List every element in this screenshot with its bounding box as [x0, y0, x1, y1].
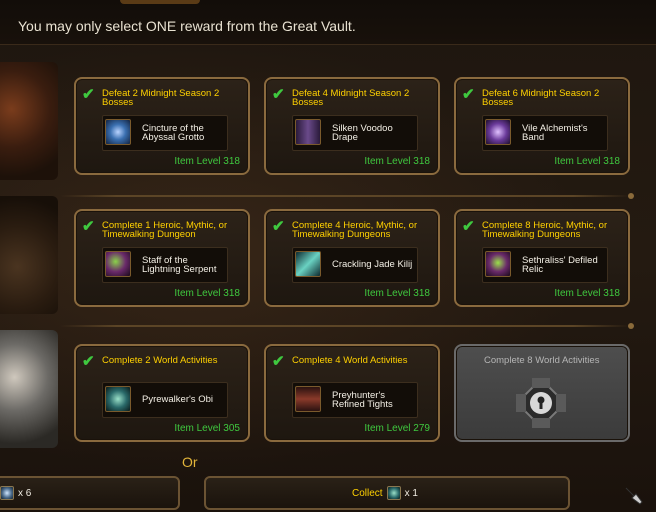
item-level: Item Level 318 — [554, 288, 620, 299]
reward-item[interactable]: Cincture of the Abyssal Grotto — [102, 115, 228, 151]
checkmark-icon: ✔ — [272, 218, 285, 235]
raid-reward-card-1[interactable]: ✔ Defeat 2 Midnight Season 2 Bosses Cinc… — [74, 77, 250, 175]
reward-item-name: Staff of the Lightning Serpent — [142, 254, 217, 275]
item-level: Item Level 318 — [554, 156, 620, 167]
padlock-icon — [516, 378, 566, 428]
ring-icon — [485, 119, 511, 145]
checkmark-icon: ✔ — [272, 86, 285, 103]
reward-condition: Complete 4 World Activities — [292, 355, 408, 366]
reward-item[interactable]: Pyrewalker's Obi — [102, 382, 228, 418]
dungeon-reward-card-2[interactable]: ✔ Complete 4 Heroic, Mythic, or Timewalk… — [264, 209, 440, 307]
reward-condition: Complete 8 World Activities — [484, 355, 600, 366]
reward-condition: Defeat 4 Midnight Season 2 Bosses — [292, 88, 410, 108]
vault-header: You may only select ONE reward from the … — [0, 0, 656, 45]
checkmark-icon: ✔ — [82, 353, 95, 370]
cloak-icon — [295, 119, 321, 145]
reward-item[interactable]: Vile Alchemist's Band — [482, 115, 608, 151]
raid-reward-card-3[interactable]: ✔ Defeat 6 Midnight Season 2 Bosses Vile… — [454, 77, 630, 175]
checkmark-icon: ✔ — [462, 218, 475, 235]
reward-condition: Complete 2 World Activities — [102, 355, 218, 366]
header-ornament — [120, 0, 200, 4]
checkmark-icon: ✔ — [462, 86, 475, 103]
reward-item-name: Pyrewalker's Obi — [142, 394, 213, 406]
reward-condition: Complete 1 Heroic, Mythic, or Timewalkin… — [102, 220, 228, 240]
dungeon-reward-card-3[interactable]: ✔ Complete 8 Heroic, Mythic, or Timewalk… — [454, 209, 630, 307]
currency-icon — [0, 486, 14, 500]
collect-button[interactable]: Collect x 1 — [204, 476, 570, 510]
reward-condition: Complete 8 Heroic, Mythic, or Timewalkin… — [482, 220, 608, 240]
reward-item[interactable]: Staff of the Lightning Serpent — [102, 247, 228, 283]
reward-item-name: Vile Alchemist's Band — [522, 122, 588, 143]
world-reward-card-1[interactable]: ✔ Complete 2 World Activities Pyrewalker… — [74, 344, 250, 442]
mouse-cursor-icon — [625, 487, 643, 505]
world-category-art — [0, 330, 58, 448]
row-divider — [60, 193, 634, 199]
collect-label: Collect — [352, 487, 383, 499]
reward-item[interactable]: Silken Voodoo Drape — [292, 115, 418, 151]
reward-item[interactable]: Crackling Jade Kilij — [292, 247, 418, 283]
item-level: Item Level 318 — [174, 156, 240, 167]
reward-item[interactable]: Sethraliss' Defiled Relic — [482, 247, 608, 283]
obi-icon — [105, 386, 131, 412]
reward-item-name: Silken Voodoo Drape — [332, 122, 393, 143]
sword-icon — [295, 251, 321, 277]
vault-warning-message: You may only select ONE reward from the … — [18, 18, 356, 34]
checkmark-icon: ✔ — [82, 218, 95, 235]
leggings-icon — [295, 386, 321, 412]
item-level: Item Level 305 — [174, 423, 240, 434]
row-divider — [60, 323, 634, 329]
item-level: Item Level 318 — [174, 288, 240, 299]
reward-item-name: Sethraliss' Defiled Relic — [522, 254, 598, 275]
checkmark-icon: ✔ — [82, 86, 95, 103]
raid-category-art — [0, 62, 58, 180]
reward-condition: Defeat 6 Midnight Season 2 Bosses — [482, 88, 600, 108]
dungeon-reward-card-1[interactable]: ✔ Complete 1 Heroic, Mythic, or Timewalk… — [74, 209, 250, 307]
dungeon-category-art — [0, 196, 58, 314]
item-level: Item Level 318 — [364, 156, 430, 167]
reward-item-name: Cincture of the Abyssal Grotto — [142, 122, 205, 143]
reward-item[interactable]: Preyhunter's Refined Tights — [292, 382, 418, 418]
raid-reward-card-2[interactable]: ✔ Defeat 4 Midnight Season 2 Bosses Silk… — [264, 77, 440, 175]
belt-icon — [105, 119, 131, 145]
world-reward-card-3-locked: Complete 8 World Activities — [454, 344, 630, 442]
relic-icon — [485, 251, 511, 277]
reward-item-name: Crackling Jade Kilij — [332, 259, 413, 271]
alternate-reward-button[interactable]: x 6 — [0, 476, 180, 510]
item-level: Item Level 318 — [364, 288, 430, 299]
alternate-reward-quantity: x 6 — [18, 487, 32, 499]
or-separator: Or — [182, 454, 198, 470]
reward-item-name: Preyhunter's Refined Tights — [332, 389, 393, 410]
collect-quantity: x 1 — [404, 487, 418, 499]
item-level: Item Level 279 — [364, 423, 430, 434]
checkmark-icon: ✔ — [272, 353, 285, 370]
reward-cache-icon — [386, 486, 401, 500]
staff-icon — [105, 251, 131, 277]
reward-condition: Defeat 2 Midnight Season 2 Bosses — [102, 88, 220, 108]
world-reward-card-2[interactable]: ✔ Complete 4 World Activities Preyhunter… — [264, 344, 440, 442]
reward-condition: Complete 4 Heroic, Mythic, or Timewalkin… — [292, 220, 418, 240]
